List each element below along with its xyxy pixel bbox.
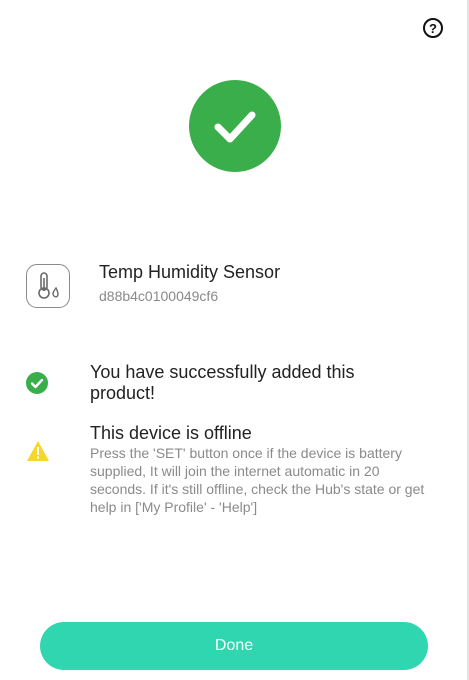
warning-icon — [27, 441, 49, 461]
thermometer-humidity-icon — [26, 264, 70, 308]
add-device-result-screen: ? Temp Humidity Sensor d88b4c0100049cf6 … — [0, 0, 469, 680]
help-button[interactable]: ? — [423, 18, 443, 38]
offline-instructions: Press the 'SET' button once if the devic… — [90, 445, 425, 515]
done-button[interactable]: Done — [40, 622, 428, 670]
device-id: d88b4c0100049cf6 — [99, 288, 219, 304]
success-badge — [189, 80, 281, 172]
success-message: You have successfully added this product… — [90, 362, 355, 403]
check-icon — [214, 111, 256, 143]
device-name: Temp Humidity Sensor — [99, 262, 281, 282]
question-circle-icon: ? — [429, 20, 437, 36]
offline-title: This device is offline — [90, 423, 252, 443]
check-circle-icon — [26, 372, 48, 394]
